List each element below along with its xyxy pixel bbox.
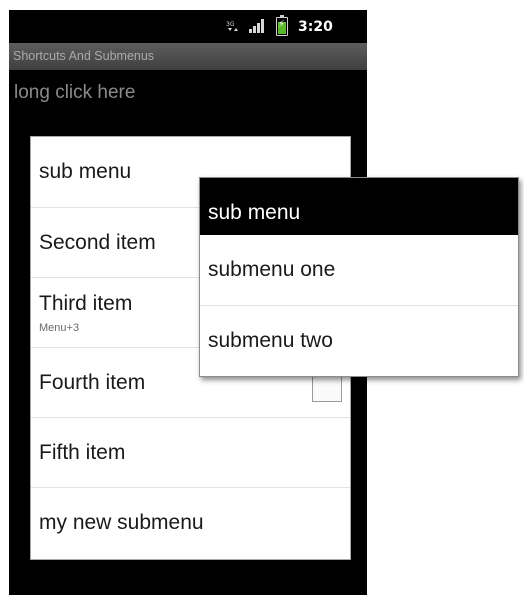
menu-item-fifth[interactable]: Fifth item bbox=[31, 417, 350, 488]
submenu-title: sub menu bbox=[208, 201, 301, 224]
submenu-dialog: sub menu submenu one submenu two bbox=[199, 177, 519, 377]
battery-charging-icon: ⚡ bbox=[276, 15, 288, 36]
app-title: Shortcuts And Submenus bbox=[13, 49, 155, 63]
submenu-item-one[interactable]: submenu one bbox=[200, 235, 518, 305]
menu-item-shortcut: Menu+3 bbox=[39, 322, 80, 334]
submenu-item-two[interactable]: submenu two bbox=[200, 305, 518, 376]
menu-item-label: Fourth item bbox=[39, 371, 146, 394]
status-clock: 3:20 bbox=[298, 19, 333, 35]
long-click-target[interactable]: long click here bbox=[14, 81, 135, 105]
menu-item-my-new-submenu[interactable]: my new submenu bbox=[31, 487, 350, 558]
status-bar: 3G ⚡ 3:20 bbox=[9, 10, 367, 43]
network-data-icon: 3G bbox=[226, 19, 238, 33]
submenu-item-label: submenu one bbox=[208, 258, 336, 281]
menu-item-label: my new submenu bbox=[39, 511, 204, 534]
signal-icon bbox=[249, 19, 265, 33]
menu-item-label: Third item bbox=[39, 292, 133, 315]
submenu-header: sub menu bbox=[200, 178, 518, 235]
submenu-item-label: submenu two bbox=[208, 329, 333, 352]
app-title-bar: Shortcuts And Submenus bbox=[9, 43, 367, 70]
menu-item-label: Fifth item bbox=[39, 441, 126, 464]
menu-item-label: Second item bbox=[39, 231, 156, 254]
svg-text:3G: 3G bbox=[226, 21, 235, 28]
menu-item-label: sub menu bbox=[39, 160, 132, 183]
